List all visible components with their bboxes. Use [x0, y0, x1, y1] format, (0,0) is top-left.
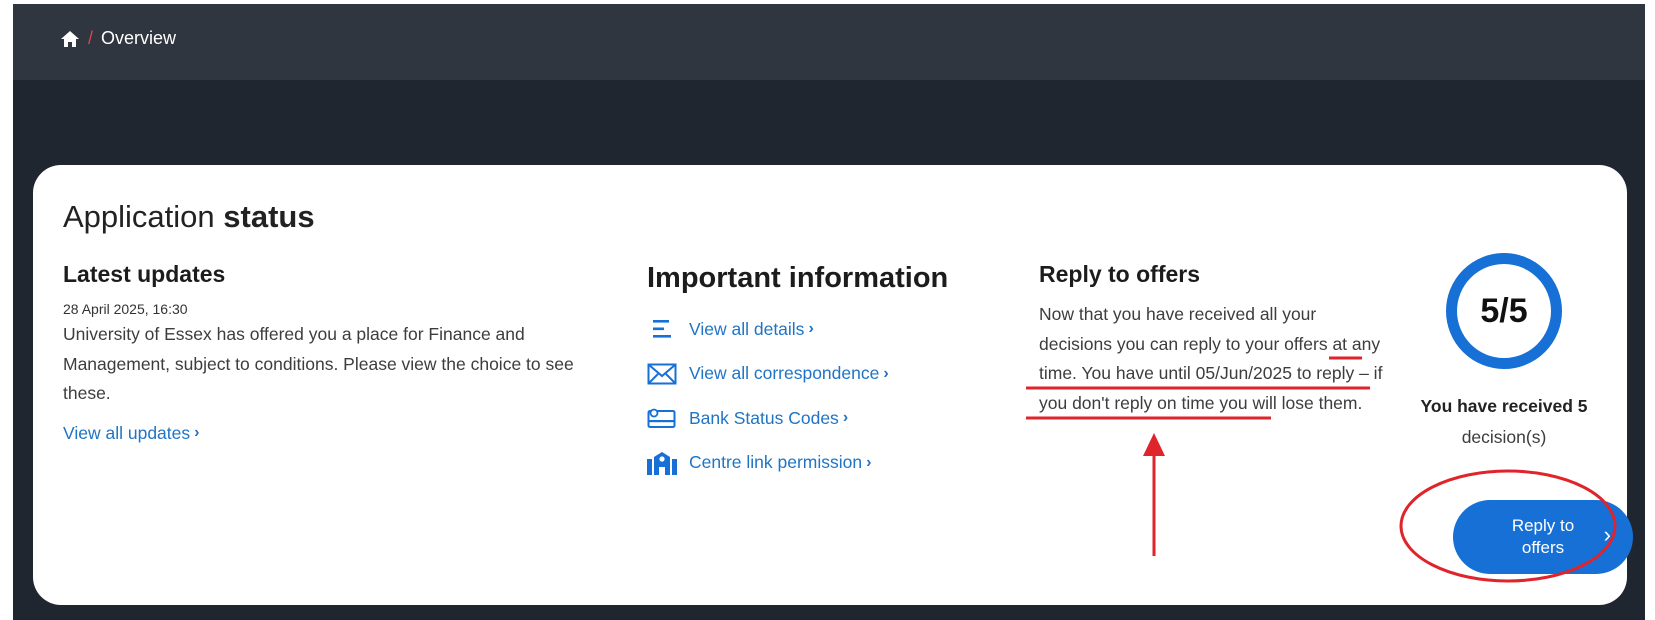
breadcrumb-separator: / [88, 28, 94, 48]
info-link-centre-link-permission[interactable]: Centre link permission › [647, 441, 1007, 486]
update-text: University of Essex has offered you a pl… [63, 324, 574, 403]
title-bold: status [223, 199, 315, 234]
centre-link-permission-label: Centre link permission [689, 452, 863, 473]
view-all-details-link[interactable]: View all details › [689, 319, 814, 340]
page-frame: / Overview Application status Latest upd… [13, 4, 1645, 620]
centre-link-permission-link[interactable]: Centre link permission › [689, 452, 871, 473]
school-building-icon [647, 450, 677, 476]
reply-deadline-text: You have until 05/Jun/2025 to reply – if… [1039, 363, 1383, 413]
page-title: Application status [63, 199, 315, 235]
top-bar: / Overview [13, 4, 1645, 80]
bank-status-codes-label: Bank Status Codes [689, 407, 839, 428]
latest-updates-heading: Latest updates [63, 261, 226, 287]
reply-to-offers-section: Reply to offers Now that you have receiv… [1039, 261, 1389, 418]
decisions-count: 5/5 [1480, 291, 1528, 330]
info-link-view-all-details[interactable]: View all details › [647, 307, 1007, 352]
envelope-icon [647, 361, 677, 387]
view-all-correspondence-label: View all correspondence [689, 363, 880, 384]
reply-to-offers-button-label: Reply to offers [1511, 516, 1575, 557]
update-date: 28 April 2025, 16:30 [63, 301, 188, 317]
chevron-right-icon: › [883, 364, 889, 382]
decisions-received-text: You have received 5 [1420, 396, 1588, 416]
application-status-card: Application status Latest updates 28 Apr… [33, 165, 1633, 605]
chevron-right-icon: › [1603, 522, 1611, 547]
chevron-right-icon: › [842, 409, 849, 427]
important-information-section: Important information View all details › … [647, 262, 1007, 485]
view-all-updates-link[interactable]: View all updates › [63, 423, 199, 444]
list-icon [647, 316, 677, 342]
info-links-list: View all details › View all correspondenc… [647, 307, 1007, 485]
bank-card-icon [647, 405, 677, 431]
chevron-right-icon: › [194, 424, 200, 441]
decisions-panel: 5/5 You have received 5 decision(s) Repl… [1393, 253, 1633, 574]
decisions-progress-ring: 5/5 [1446, 253, 1562, 369]
view-all-updates-label: View all updates [63, 422, 191, 443]
title-light: Application [63, 199, 215, 234]
reply-to-offers-button[interactable]: Reply to offers › [1453, 500, 1633, 574]
breadcrumb: / Overview [60, 28, 176, 49]
latest-updates-section: Latest updates 28 April 2025, 16:30 Univ… [63, 261, 593, 444]
important-information-heading: Important information [647, 262, 949, 294]
chevron-right-icon: › [866, 453, 872, 471]
home-icon[interactable] [60, 29, 80, 49]
chevron-right-icon: › [808, 320, 814, 338]
info-link-bank-status-codes[interactable]: Bank Status Codes › [647, 396, 1007, 441]
bank-status-codes-link[interactable]: Bank Status Codes › [689, 408, 848, 429]
view-all-correspondence-link[interactable]: View all correspondence › [689, 363, 889, 384]
reply-to-offers-text: Now that you have received all your deci… [1039, 300, 1389, 418]
reply-to-offers-heading: Reply to offers [1039, 261, 1201, 287]
breadcrumb-current: Overview [101, 28, 177, 48]
decisions-suffix: decision(s) [1461, 427, 1547, 447]
view-all-details-label: View all details [689, 318, 805, 339]
info-link-view-all-correspondence[interactable]: View all correspondence › [647, 352, 1007, 397]
